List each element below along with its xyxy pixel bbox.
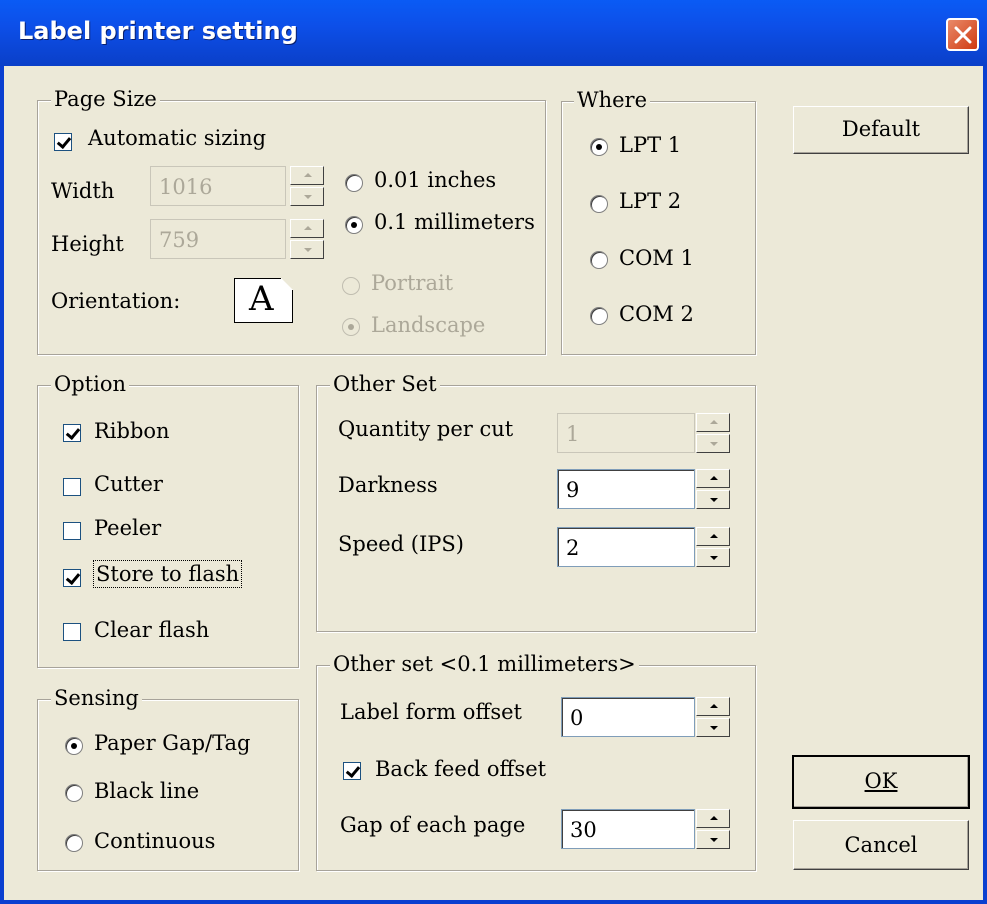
- paper-gap-tag-label: Paper Gap/Tag: [94, 731, 251, 755]
- default-button-label: Default: [841, 117, 921, 141]
- port-com2-label: COM 2: [619, 302, 694, 326]
- width-spin-up-button[interactable]: [290, 166, 324, 185]
- port-com1-label: COM 1: [619, 246, 694, 270]
- cancel-button[interactable]: Cancel: [793, 820, 969, 870]
- window-title: Label printer setting: [18, 17, 298, 45]
- gap-spin-down-button[interactable]: [696, 830, 730, 849]
- port-com1-radio[interactable]: [590, 251, 608, 269]
- cancel-button-label: Cancel: [844, 833, 918, 857]
- quantity-spin-up-button[interactable]: [696, 413, 730, 432]
- height-spinner[interactable]: [290, 219, 324, 259]
- peeler-label: Peeler: [94, 516, 162, 540]
- title-bar[interactable]: Label printer setting: [0, 0, 987, 66]
- landscape-radio[interactable]: [342, 318, 360, 336]
- ok-button[interactable]: OK: [792, 755, 970, 809]
- width-input[interactable]: 1016: [150, 166, 286, 206]
- ribbon-checkbox[interactable]: [63, 424, 81, 442]
- port-lpt2-radio[interactable]: [590, 195, 608, 213]
- automatic-sizing-checkbox[interactable]: [54, 133, 72, 151]
- dialog-window: Label printer setting Page Size Automati…: [0, 0, 987, 904]
- clear-flash-checkbox[interactable]: [63, 623, 81, 641]
- peeler-checkbox[interactable]: [63, 522, 81, 540]
- ribbon-label: Ribbon: [94, 419, 170, 443]
- paper-gap-tag-radio[interactable]: [65, 737, 83, 755]
- store-to-flash-label: Store to flash: [93, 560, 243, 588]
- page-fold-icon: [281, 278, 293, 290]
- label-form-offset-spin-down-button[interactable]: [696, 718, 730, 737]
- quantity-spin-down-button[interactable]: [696, 434, 730, 453]
- close-button[interactable]: [946, 18, 979, 51]
- sensing-legend: Sensing: [51, 686, 142, 710]
- label-form-offset-spin-up-button[interactable]: [696, 697, 730, 716]
- height-spin-up-button[interactable]: [290, 219, 324, 238]
- portrait-label: Portrait: [371, 271, 454, 295]
- unit-inches-label: 0.01 inches: [374, 168, 497, 192]
- continuous-label: Continuous: [94, 829, 216, 853]
- gap-spin-up-button[interactable]: [696, 809, 730, 828]
- port-lpt1-label: LPT 1: [619, 133, 682, 157]
- quantity-spinner[interactable]: [696, 413, 730, 453]
- port-lpt1-radio[interactable]: [590, 138, 608, 156]
- clear-flash-label: Clear flash: [94, 618, 210, 642]
- continuous-radio[interactable]: [65, 834, 83, 852]
- ok-button-label: OK: [864, 769, 898, 793]
- portrait-radio[interactable]: [342, 277, 360, 295]
- width-spinner[interactable]: [290, 166, 324, 206]
- width-spin-down-button[interactable]: [290, 187, 324, 206]
- width-label: Width: [51, 179, 115, 203]
- cutter-checkbox[interactable]: [63, 478, 81, 496]
- speed-spin-up-button[interactable]: [696, 527, 730, 546]
- port-lpt2-label: LPT 2: [619, 189, 682, 213]
- darkness-spin-down-button[interactable]: [696, 490, 730, 509]
- gap-of-each-page-label: Gap of each page: [340, 813, 526, 837]
- other-set-legend: Other Set: [330, 372, 440, 396]
- other-set-mm-legend: Other set <0.1 millimeters>: [330, 652, 639, 676]
- gap-spinner[interactable]: [696, 809, 730, 849]
- where-legend: Where: [574, 88, 651, 112]
- darkness-input[interactable]: 9: [557, 469, 695, 509]
- landscape-label: Landscape: [371, 313, 486, 337]
- label-form-offset-label: Label form offset: [340, 700, 522, 724]
- speed-spin-down-button[interactable]: [696, 548, 730, 567]
- dialog-client-area: Page Size Automatic sizing Width 1016 He…: [4, 66, 983, 900]
- height-label: Height: [51, 232, 124, 256]
- page-size-legend: Page Size: [51, 87, 160, 111]
- back-feed-offset-checkbox[interactable]: [343, 762, 361, 780]
- speed-spinner[interactable]: [696, 527, 730, 567]
- quantity-per-cut-input[interactable]: 1: [557, 413, 695, 453]
- back-feed-offset-label: Back feed offset: [375, 757, 547, 781]
- darkness-spinner[interactable]: [696, 469, 730, 509]
- black-line-radio[interactable]: [65, 784, 83, 802]
- store-to-flash-checkbox[interactable]: [63, 569, 81, 587]
- port-com2-radio[interactable]: [590, 307, 608, 325]
- orientation-preview-letter: A: [249, 279, 274, 319]
- quantity-per-cut-label: Quantity per cut: [338, 417, 514, 441]
- automatic-sizing-label: Automatic sizing: [88, 126, 267, 150]
- gap-of-each-page-input[interactable]: 30: [561, 809, 695, 849]
- label-form-offset-spinner[interactable]: [696, 697, 730, 737]
- speed-input[interactable]: 2: [557, 527, 695, 567]
- black-line-label: Black line: [94, 779, 200, 803]
- unit-millimeters-label: 0.1 millimeters: [374, 210, 535, 234]
- orientation-preview-icon: A: [234, 278, 293, 323]
- darkness-label: Darkness: [338, 473, 438, 497]
- speed-label: Speed (IPS): [338, 532, 464, 556]
- height-spin-down-button[interactable]: [290, 240, 324, 259]
- unit-millimeters-radio[interactable]: [345, 216, 363, 234]
- close-icon: [954, 26, 972, 44]
- label-form-offset-input[interactable]: 0: [561, 697, 695, 737]
- darkness-spin-up-button[interactable]: [696, 469, 730, 488]
- default-button[interactable]: Default: [793, 106, 969, 154]
- cutter-label: Cutter: [94, 472, 163, 496]
- unit-inches-radio[interactable]: [345, 174, 363, 192]
- height-input[interactable]: 759: [150, 219, 286, 259]
- option-legend: Option: [51, 372, 129, 396]
- orientation-label: Orientation:: [51, 289, 181, 313]
